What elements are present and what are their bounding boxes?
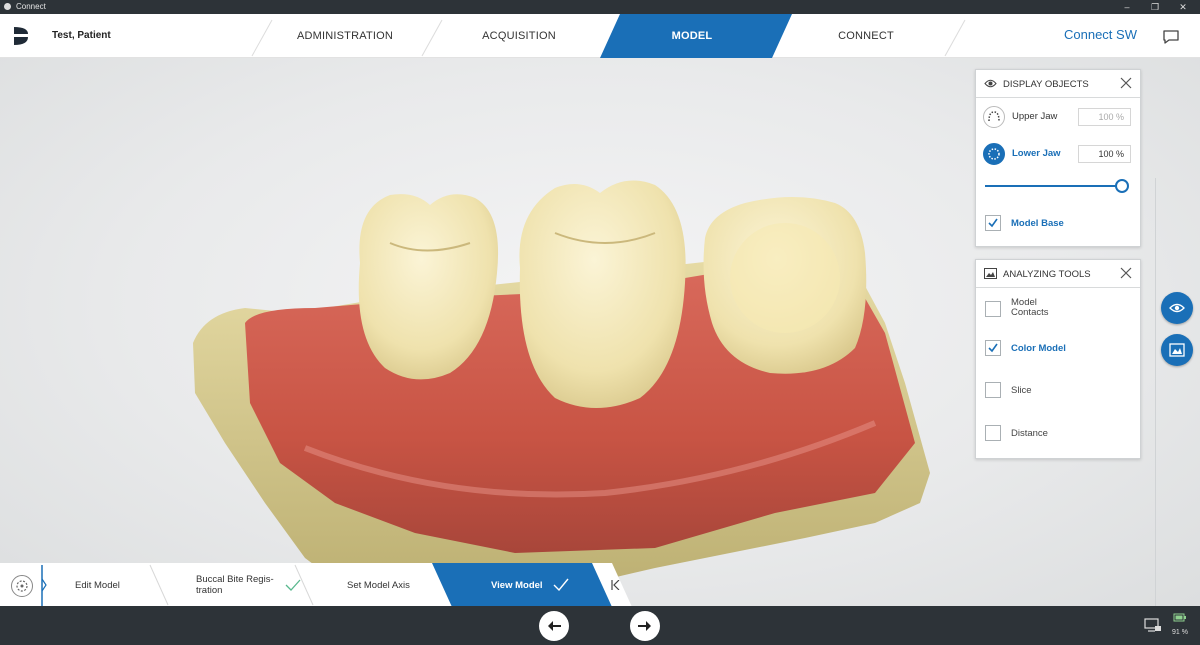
upper-jaw-icon[interactable] [983,106,1005,128]
tab-connect[interactable]: CONNECT [796,14,936,58]
gear-icon [16,580,28,592]
next-button[interactable] [630,611,660,641]
slider-track[interactable] [985,185,1125,187]
window-titlebar: Connect – ❐ ✕ [0,0,1200,14]
eye-icon [984,79,997,88]
workflow-settings-button[interactable] [11,575,33,597]
restore-button[interactable]: ❐ [1142,0,1168,14]
step-set-model-axis[interactable]: Set Model Axis [347,580,410,591]
step-edit-model[interactable]: Edit Model [75,580,120,591]
arrow-left-icon [548,621,561,631]
model-contacts-label: Model Contacts [1011,297,1049,318]
upper-jaw-row[interactable]: Upper Jaw 100 % [976,105,1140,129]
arrow-right-icon [638,621,651,631]
model-base-row[interactable]: Model Base [976,215,1140,235]
slider-knob[interactable] [1115,179,1129,193]
eye-icon [1169,303,1185,313]
upper-jaw-label: Upper Jaw [1012,111,1058,122]
bottom-navigation-bar: 91 % [0,606,1200,645]
side-divider [1155,178,1156,618]
lower-jaw-row[interactable]: Lower Jaw 100 % [976,142,1140,166]
app-logo-icon [14,27,28,45]
display-objects-header: DISPLAY OBJECTS [976,70,1140,98]
step-view-model[interactable]: View Model [491,580,543,591]
distance-row[interactable]: Distance [976,425,1140,445]
lower-jaw-label: Lower Jaw [1012,148,1061,159]
close-window-button[interactable]: ✕ [1170,0,1196,14]
slice-checkbox[interactable] [985,382,1001,398]
image-analysis-icon [1169,343,1185,357]
close-icon[interactable] [1120,267,1132,279]
analyzing-tools-title: ANALYZING TOOLS [1003,269,1091,280]
display-objects-title: DISPLAY OBJECTS [1003,79,1089,90]
app-icon [4,3,11,10]
distance-checkbox[interactable] [985,425,1001,441]
step-buccal-bite-registration[interactable]: Buccal Bite Regis-tration [196,574,274,596]
lower-jaw-icon[interactable] [983,143,1005,165]
brand-label: Connect SW [1064,27,1137,42]
workflow-steps-bar: Edit Model Buccal Bite Regis-tration Set… [0,563,640,607]
upper-jaw-opacity-field[interactable]: 100 % [1078,108,1131,126]
app-header: Test, Patient ADMINISTRATION ACQUISITION… [0,14,1200,58]
display-objects-panel: DISPLAY OBJECTS Upper Jaw 100 % Lower Ja… [975,69,1141,247]
model-base-label: Model Base [1011,218,1064,229]
lower-jaw-opacity-field[interactable]: 100 % [1078,145,1131,163]
checkmark-icon [285,579,301,591]
tab-administration[interactable]: ADMINISTRATION [275,14,415,58]
battery-icon[interactable] [1173,613,1187,623]
opacity-slider[interactable] [976,177,1140,195]
color-model-checkbox[interactable] [985,340,1001,356]
minimize-button[interactable]: – [1114,0,1140,14]
tab-model[interactable]: MODEL [622,14,762,58]
3d-viewport[interactable]: DISPLAY OBJECTS Upper Jaw 100 % Lower Ja… [0,58,1200,618]
analyzing-tools-toggle-button[interactable] [1161,334,1193,366]
slice-label: Slice [1011,385,1032,396]
network-lock-icon[interactable] [1144,618,1162,633]
battery-percent: 91 % [1172,629,1188,636]
previous-button[interactable] [539,611,569,641]
window-title: Connect [16,2,46,11]
checkmark-icon [553,578,569,591]
model-contacts-row[interactable]: Model Contacts [976,298,1140,322]
model-base-checkbox[interactable] [985,215,1001,231]
tab-dividers [251,14,966,58]
analyzing-tools-panel: ANALYZING TOOLS Model Contacts Color Mode… [975,259,1141,459]
chat-icon[interactable] [1162,29,1180,45]
color-model-row[interactable]: Color Model [976,340,1140,360]
tab-acquisition[interactable]: ACQUISITION [449,14,589,58]
close-icon[interactable] [1120,77,1132,89]
skip-to-start-icon[interactable] [611,580,620,590]
distance-label: Distance [1011,428,1048,439]
jaw-model-render[interactable] [185,173,945,623]
image-analysis-icon [984,268,997,279]
model-contacts-checkbox[interactable] [985,301,1001,317]
slice-row[interactable]: Slice [976,382,1140,402]
display-objects-toggle-button[interactable] [1161,292,1193,324]
analyzing-tools-header: ANALYZING TOOLS [976,260,1140,288]
color-model-label: Color Model [1011,343,1066,354]
patient-name[interactable]: Test, Patient [52,30,111,41]
